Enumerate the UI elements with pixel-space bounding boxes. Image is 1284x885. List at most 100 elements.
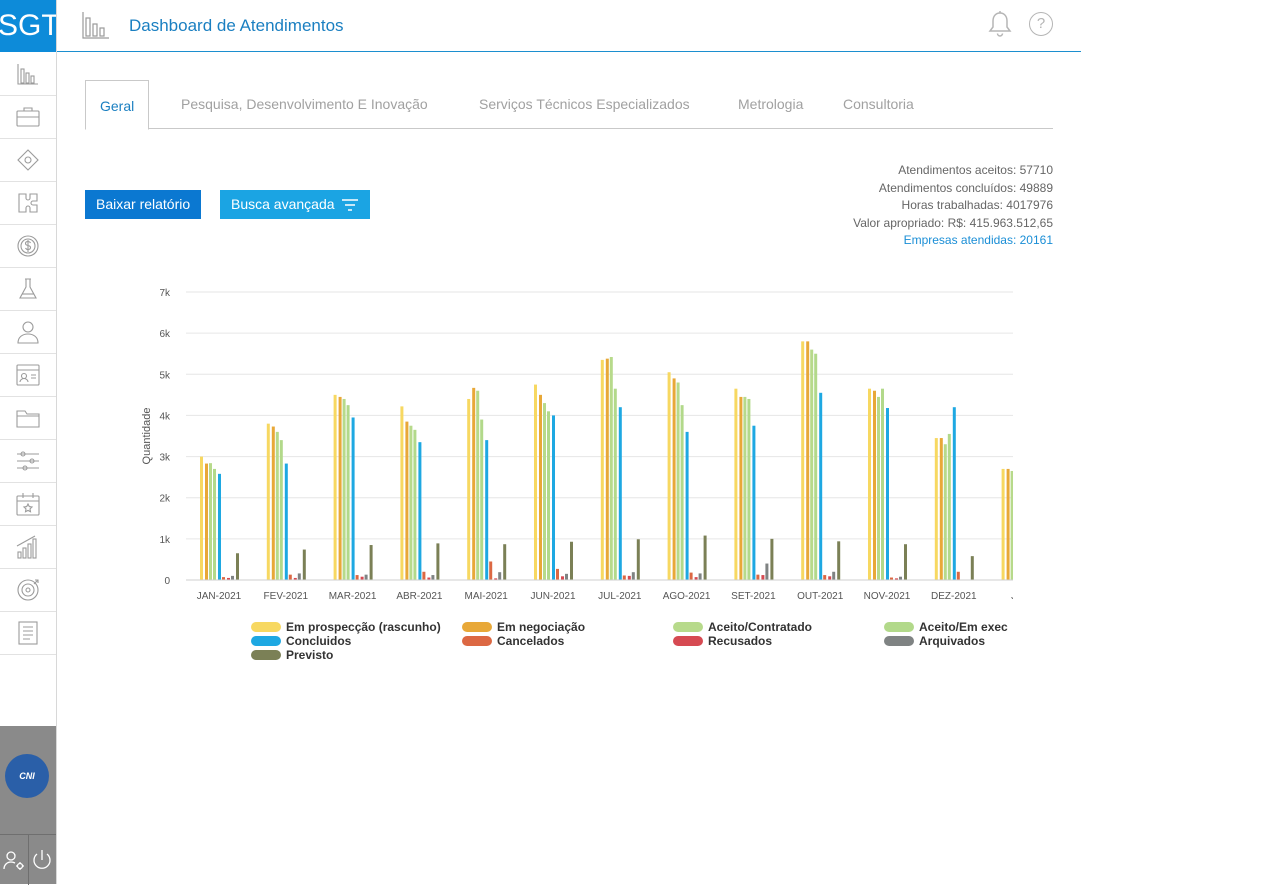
bar-previsto-8 <box>770 538 774 580</box>
flask-icon <box>19 277 37 299</box>
bar-arquivados-0 <box>231 575 234 580</box>
bar-cancelados-2 <box>355 575 359 580</box>
sidebar-item-document-list[interactable] <box>0 611 56 655</box>
bar-aceito-em-exec-4 <box>480 419 484 580</box>
bar-em-negocia-o-2 <box>338 396 342 580</box>
legend-item[interactable]: Cancelados <box>462 634 564 648</box>
tab-geral[interactable]: Geral <box>85 80 150 130</box>
sidebar-item-id-card[interactable] <box>0 353 56 397</box>
sidebar-item-briefcase[interactable] <box>0 95 56 139</box>
help-icon[interactable]: ? <box>1029 12 1053 36</box>
bar-aceito-contratado-10 <box>877 396 880 580</box>
document-list-icon <box>18 620 38 645</box>
bell-icon[interactable] <box>987 10 1013 38</box>
bar-em-negocia-o-5 <box>539 394 542 580</box>
bar-recusados-8 <box>761 575 765 580</box>
bar-aceito-contratado-8 <box>743 396 747 580</box>
bar-arquivados-1 <box>297 573 301 580</box>
bar-previsto-11 <box>970 556 974 580</box>
y-tick-label: 5k <box>159 370 171 381</box>
stat-value: Valor apropriado: R$: 415.963.512,65 <box>853 215 1053 230</box>
legend-label: Cancelados <box>497 634 565 648</box>
advanced-search-button[interactable]: Busca avançada <box>220 190 370 219</box>
bar-recusados-5 <box>561 576 564 580</box>
bar-previsto-5 <box>570 541 573 580</box>
bar-aceito-contratado-1 <box>275 431 279 580</box>
stat-accepted: Atendimentos aceitos: 57710 <box>898 163 1053 177</box>
legend-swatch <box>251 622 281 632</box>
bar-em-prospec-o-rascunho--10 <box>868 388 871 580</box>
bar-recusados-9 <box>828 576 832 580</box>
legend-item[interactable]: Recusados <box>673 634 772 648</box>
bar-concluidos-4 <box>485 440 489 580</box>
bar-em-negocia-o-1 <box>271 426 275 580</box>
bar-em-negocia-o-12 <box>1006 468 1010 580</box>
bar-aceito-em-exec-3 <box>413 429 417 580</box>
sidebar-item-puzzle[interactable] <box>0 181 56 225</box>
bar-aceito-contratado-2 <box>342 398 346 580</box>
tab-servicos-tecnicos[interactable]: Serviços Técnicos Especializados <box>479 80 690 128</box>
calendar-star-icon <box>16 492 40 516</box>
top-bar: Dashboard de Atendimentos ? <box>57 0 1081 52</box>
user-settings-button[interactable] <box>0 835 29 885</box>
bar-em-prospec-o-rascunho--5 <box>534 384 537 580</box>
sidebar-item-folder[interactable] <box>0 396 56 440</box>
sidebar-item-sliders[interactable] <box>0 439 56 483</box>
legend-item[interactable]: Concluidos <box>251 634 351 648</box>
dollar-coin-icon <box>17 234 39 257</box>
bar-em-prospec-o-rascunho--12 <box>1001 468 1005 580</box>
legend-swatch <box>673 636 703 646</box>
legend-label: Aceito/Em exec <box>919 620 1008 634</box>
sidebar-item-flask[interactable] <box>0 267 56 311</box>
bar-aceito-contratado-12 <box>1010 470 1013 580</box>
page-title: Dashboard de Atendimentos <box>129 16 344 35</box>
bar-aceito-em-exec-7 <box>680 405 684 580</box>
tab-pesquisa-desenvolvimento-inovacao[interactable]: Pesquisa, Desenvolvimento E Inovação <box>181 80 428 128</box>
legend-label: Em prospecção (rascunho) <box>286 620 441 634</box>
bar-previsto-0 <box>236 553 239 580</box>
x-tick-label: FEV-2021 <box>264 591 309 602</box>
bar-recusados-6 <box>627 575 631 580</box>
x-tick-label: OUT-2021 <box>797 591 844 602</box>
bar-chart-icon <box>17 63 38 85</box>
legend-label: Arquivados <box>919 634 986 648</box>
tab-bar: Geral Pesquisa, Desenvolvimento E Inovaç… <box>85 80 1053 130</box>
bar-concluidos-11 <box>952 407 956 580</box>
bar-aceito-em-exec-8 <box>747 398 751 580</box>
sidebar-item-bar-chart[interactable] <box>0 52 56 96</box>
bar-em-prospec-o-rascunho--4 <box>467 398 471 580</box>
bar-aceito-contratado-7 <box>676 382 680 580</box>
bar-previsto-7 <box>703 535 707 580</box>
bar-concluidos-5 <box>552 415 555 580</box>
legend-item[interactable]: Em prospecção (rascunho) <box>251 620 441 634</box>
bar-em-negocia-o-9 <box>806 341 810 580</box>
tab-consultoria[interactable]: Consultoria <box>843 80 914 128</box>
bar-em-negocia-o-3 <box>405 421 409 580</box>
id-card-icon <box>16 363 40 386</box>
bar-concluidos-3 <box>418 442 422 580</box>
tab-metrologia[interactable]: Metrologia <box>738 80 803 128</box>
y-axis-label: Quantidade <box>141 408 153 465</box>
sidebar-item-eye-diamond[interactable] <box>0 138 56 182</box>
sidebar-item-dollar-coin[interactable] <box>0 224 56 268</box>
sidebar-item-growth-chart[interactable] <box>0 525 56 569</box>
growth-chart-icon <box>16 535 37 559</box>
legend-swatch <box>884 622 914 632</box>
legend-item[interactable]: Em negociação <box>462 620 585 634</box>
sidebar-item-target[interactable] <box>0 568 56 612</box>
app-logo[interactable]: SGT <box>0 0 56 52</box>
stat-companies-link[interactable]: Empresas atendidas: 20161 <box>853 232 1053 250</box>
sidebar-item-calendar-star[interactable] <box>0 482 56 526</box>
legend-item[interactable]: Aceito/Contratado <box>673 620 812 634</box>
legend-item[interactable]: Aceito/Em exec <box>884 620 1008 634</box>
download-report-button[interactable]: Baixar relatório <box>85 190 202 219</box>
bar-cancelados-4 <box>489 561 493 580</box>
logout-button[interactable] <box>29 835 57 885</box>
legend-item[interactable]: Previsto <box>251 648 333 662</box>
legend-swatch <box>251 636 281 646</box>
cni-logo: CNI <box>5 754 49 798</box>
sidebar-item-user[interactable] <box>0 310 56 354</box>
bar-aceito-em-exec-1 <box>279 440 283 580</box>
power-icon <box>33 850 51 869</box>
legend-item[interactable]: Arquivados <box>884 634 985 648</box>
